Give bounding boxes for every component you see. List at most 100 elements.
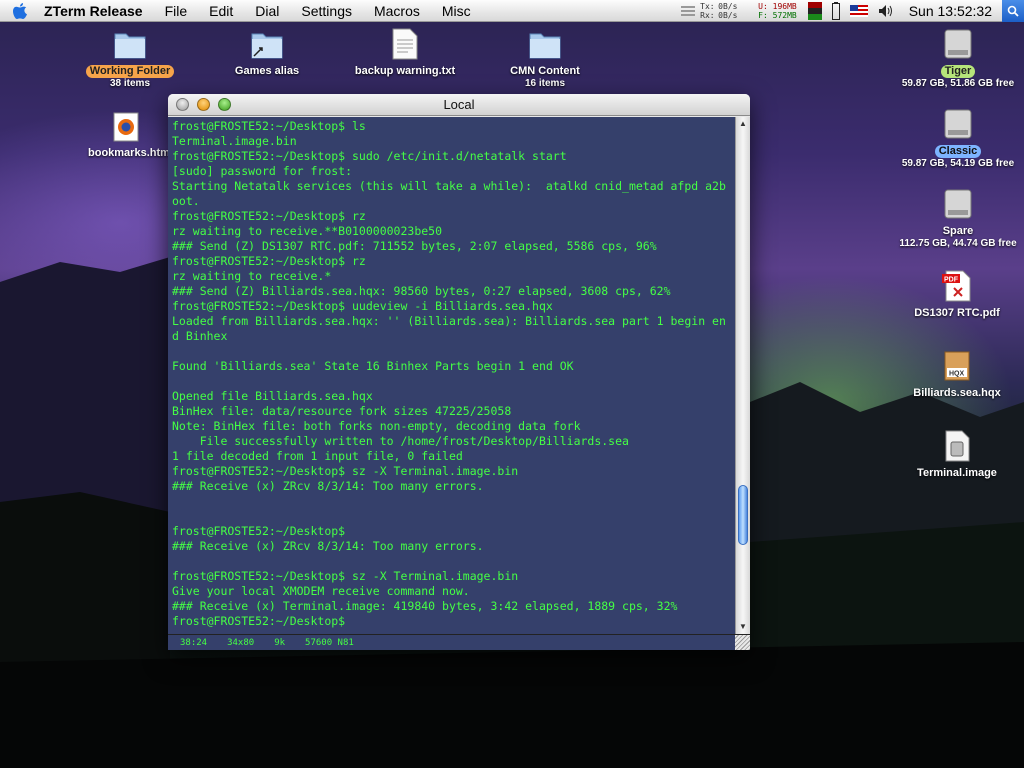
terminal-line: frost@FROSTE52:~/Desktop$ uudeview -i Bi… [172, 299, 553, 313]
spotlight-search-icon[interactable] [1002, 0, 1024, 22]
desktop-icon-sub: 38 items [109, 78, 151, 89]
status-buffer: 9k [274, 637, 286, 648]
stuffit-archive-icon: HQX [904, 350, 1010, 385]
vertical-scrollbar[interactable]: ▲ ▼ [735, 117, 750, 634]
terminal-output[interactable]: frost@FROSTE52:~/Desktop$ ls Terminal.ima… [168, 117, 735, 634]
terminal-line: frost@FROSTE52:~/Desktop$ [172, 524, 346, 538]
desktop-icon-label: Tiger [940, 65, 976, 78]
desktop-icon-games-alias[interactable]: Games alias [222, 28, 312, 78]
desktop-icon-sub: 59.87 GB, 54.19 GB free [901, 158, 1015, 169]
terminal-line: ### Receive (x) Terminal.image: 419840 b… [172, 599, 678, 613]
terminal-line: ### Receive (x) ZRcv 8/3/14: Too many er… [172, 479, 484, 493]
menu-app-name[interactable]: ZTerm Release [40, 0, 154, 22]
folder-alias-icon [222, 28, 312, 63]
folder-icon [82, 28, 178, 63]
status-baud: 57600 N81 [305, 637, 354, 648]
hard-drive-icon [900, 28, 1016, 63]
terminal-line: frost@FROSTE52:~/Desktop$ sudo /etc/init… [172, 149, 567, 163]
battery-icon[interactable] [831, 2, 840, 20]
status-session-time: 38:24 [180, 637, 208, 648]
desktop-icon-working-folder[interactable]: Working Folder 38 items [82, 28, 178, 89]
terminal-line: frost@FROSTE52:~/Desktop$ rz [172, 209, 366, 223]
desktop-icon-bookmarks[interactable]: bookmarks.htm [84, 112, 170, 160]
desktop-icon-label: Billiards.sea.hqx [913, 387, 1001, 399]
menu-settings[interactable]: Settings [290, 0, 363, 22]
desktop-icon-terminal-image[interactable]: Terminal.image [904, 430, 1010, 480]
terminal-line: frost@FROSTE52:~/Desktop$ sz -X Terminal… [172, 464, 519, 478]
desktop-icon-cmn-content[interactable]: CMN Content 16 items [500, 28, 590, 89]
desktop-icon-sub: 16 items [524, 78, 566, 89]
terminal-line: Opened file Billiards.sea.hqx [172, 389, 373, 403]
window-title: Local [443, 97, 475, 112]
terminal-line: Give your local XMODEM receive command n… [172, 584, 470, 598]
menu-macros[interactable]: Macros [363, 0, 431, 22]
memory-monitor[interactable]: U: 196MB F: 572MB [758, 2, 797, 20]
window-titlebar[interactable]: Local [168, 94, 750, 116]
rx-label: Rx: [700, 11, 715, 20]
desktop-icon-ds1307-pdf[interactable]: PDF DS1307 RTC.pdf [904, 270, 1010, 320]
network-graph-icon[interactable] [681, 4, 696, 18]
network-monitor[interactable]: Tx: 0B/s Rx: 0B/s [700, 2, 752, 20]
terminal-line: frost@FROSTE52:~/Desktop$ [172, 614, 346, 628]
disk-image-icon [904, 430, 1010, 465]
terminal-line: Terminal.image.bin [172, 134, 297, 148]
terminal-line: rz waiting to receive.* [172, 269, 332, 283]
desktop-icon-sub: 59.87 GB, 51.86 GB free [901, 78, 1015, 89]
menu-bar: ZTerm Release File Edit Dial Settings Ma… [0, 0, 1024, 22]
terminal-line: Note: BinHex file: both forks non-empty,… [172, 419, 581, 433]
zterm-window: Local frost@FROSTE52:~/Desktop$ ls Termin… [168, 94, 750, 650]
menu-misc[interactable]: Misc [431, 0, 482, 22]
desktop-icon-label: Games alias [234, 65, 300, 77]
apple-menu-icon[interactable] [0, 2, 40, 20]
desktop-icon-label: DS1307 RTC.pdf [914, 307, 1000, 319]
desktop-icon-label: Spare [942, 225, 974, 237]
memory-bar-icon[interactable] [807, 2, 822, 20]
desktop-icon-tiger-volume[interactable]: Tiger 59.87 GB, 51.86 GB free [900, 28, 1016, 89]
terminal-line: BinHex file: data/resource fork sizes 47… [172, 404, 512, 418]
scroll-up-arrow-icon[interactable]: ▲ [736, 117, 750, 131]
menu-file[interactable]: File [154, 0, 199, 22]
desktop-icon-label: Classic [934, 145, 982, 158]
resize-grip-icon[interactable] [735, 635, 750, 650]
scroll-down-arrow-icon[interactable]: ▼ [736, 620, 750, 634]
terminal-line: [sudo] password for frost: [172, 164, 353, 178]
us-flag-icon[interactable] [849, 5, 868, 17]
desktop-icon-label: CMN Content [510, 65, 580, 77]
terminal-line: d Binhex [172, 329, 228, 343]
scroll-thumb[interactable] [738, 485, 748, 545]
desktop-icon-label: bookmarks.htm [88, 147, 170, 159]
hqx-badge: HQX [949, 371, 965, 378]
desktop-icon-label: Terminal.image [917, 467, 997, 479]
folder-icon [500, 28, 590, 63]
memory-used: U: 196MB [758, 2, 797, 11]
memory-free: F: 572MB [758, 11, 797, 20]
pdf-document-icon: PDF [904, 270, 1010, 305]
desktop-icon-label: backup warning.txt [354, 65, 456, 77]
terminal-line: Starting Netatalk services (this will ta… [172, 179, 726, 193]
desktop-icon-backup-warning[interactable]: backup warning.txt [345, 28, 465, 78]
firefox-document-icon [112, 112, 170, 145]
terminal-line: frost@FROSTE52:~/Desktop$ sz -X Terminal… [172, 569, 519, 583]
terminal-status-bar: 38:24 34x80 9k 57600 N81 [168, 634, 750, 650]
menu-extras: Tx: 0B/s Rx: 0B/s U: 196MB F: 572MB Sun … [676, 0, 1024, 22]
terminal-line: Loaded from Billiards.sea.hqx: '' (Billi… [172, 314, 726, 328]
menu-clock[interactable]: Sun 13:52:32 [909, 3, 992, 19]
desktop-icon-spare-volume[interactable]: Spare 112.75 GB, 44.74 GB free [896, 188, 1020, 249]
hard-drive-icon [900, 108, 1016, 143]
desktop-icon-classic-volume[interactable]: Classic 59.87 GB, 54.19 GB free [900, 108, 1016, 169]
volume-icon[interactable] [878, 4, 896, 18]
terminal-line: frost@FROSTE52:~/Desktop$ ls [172, 119, 366, 133]
menu-edit[interactable]: Edit [198, 0, 244, 22]
terminal-line: oot. [172, 194, 200, 208]
desktop-icon-billiards-hqx[interactable]: HQX Billiards.sea.hqx [904, 350, 1010, 400]
terminal-line: 1 file decoded from 1 input file, 0 fail… [172, 449, 463, 463]
menu-dial[interactable]: Dial [244, 0, 290, 22]
rx-value: 0B/s [718, 11, 738, 20]
text-document-icon [345, 28, 465, 63]
terminal-line: ### Send (Z) DS1307 RTC.pdf: 711552 byte… [172, 239, 657, 253]
terminal-line: File successfully written to /home/frost… [172, 434, 629, 448]
